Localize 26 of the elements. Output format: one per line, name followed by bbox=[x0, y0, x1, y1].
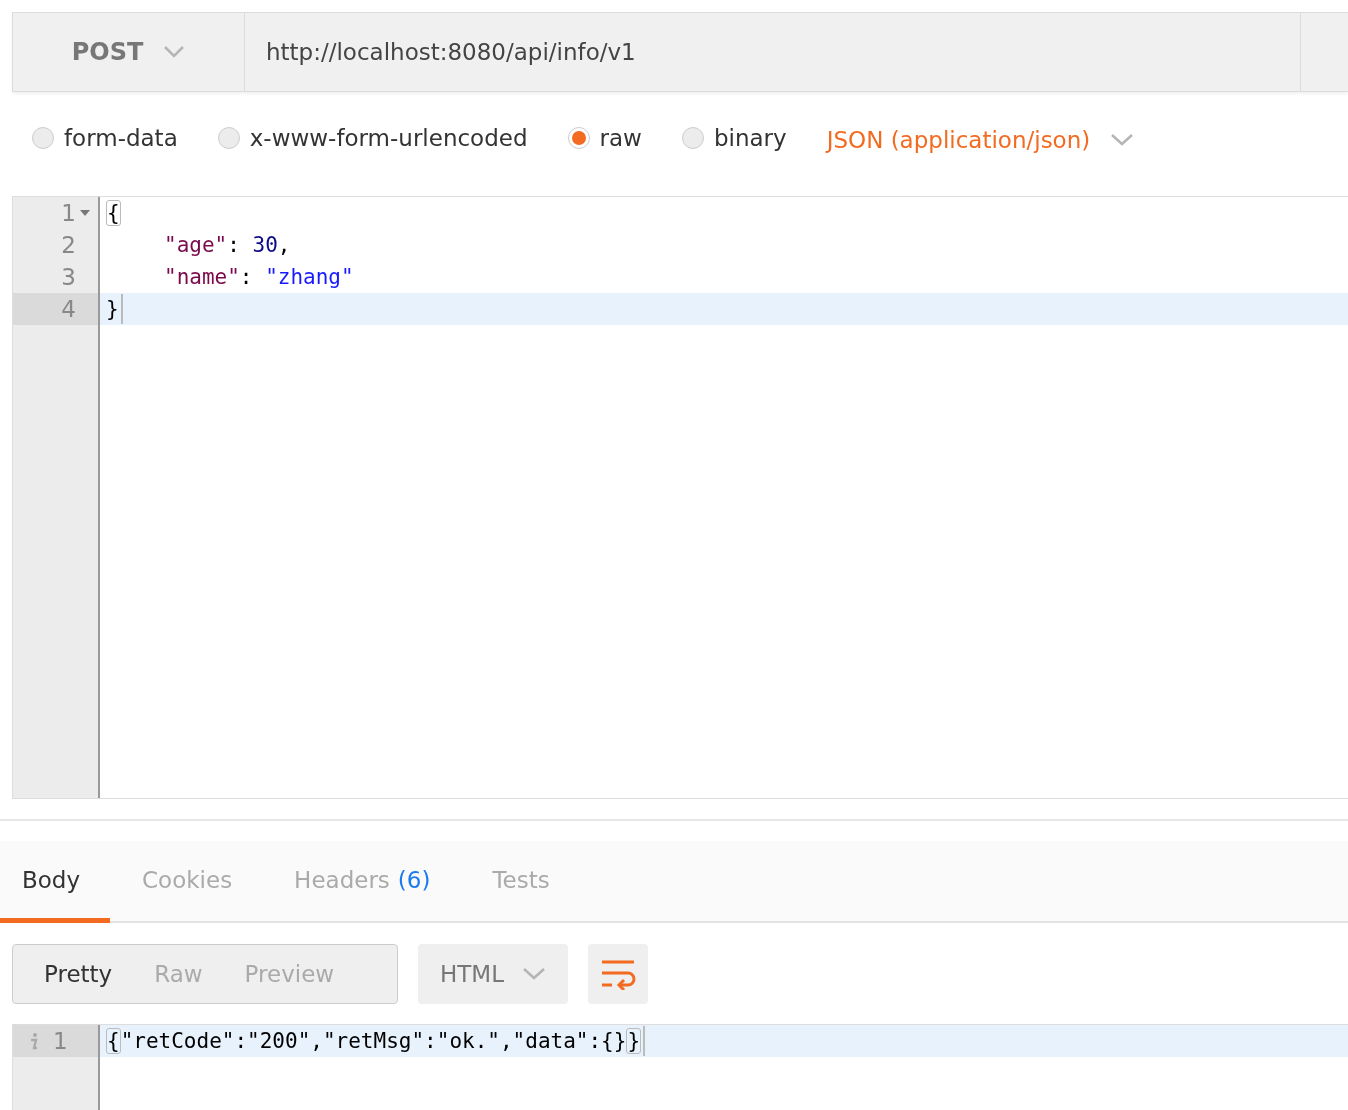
method-dropdown[interactable]: POST bbox=[13, 13, 245, 91]
body-type-radio[interactable]: form-data bbox=[32, 125, 178, 151]
code-line: "age": 30, bbox=[163, 233, 291, 257]
code-line: } bbox=[106, 297, 119, 321]
wrap-lines-icon bbox=[600, 958, 636, 990]
chevron-down-icon bbox=[1110, 133, 1135, 147]
response-line: {"retCode":"200","retMsg":"ok.","data":{}} bbox=[106, 1029, 642, 1053]
line-number: 3 bbox=[61, 264, 76, 290]
line-number: 1 bbox=[53, 1028, 68, 1054]
body-type-radio[interactable]: binary bbox=[681, 125, 787, 151]
info-icon bbox=[29, 1032, 39, 1050]
line-number: 4 bbox=[61, 296, 76, 322]
code-line: "name": "zhang" bbox=[163, 265, 354, 289]
chevron-down-icon bbox=[522, 967, 546, 981]
wrap-lines-button[interactable] bbox=[588, 944, 648, 1004]
code-editor[interactable]: 1 2 3 4 { "age": 30, "name": "zhang" } bbox=[12, 196, 1348, 799]
line-number: 1 bbox=[61, 200, 76, 226]
body-type-radio[interactable]: x-www-form-urlencoded bbox=[217, 125, 528, 151]
response-tab[interactable]: Headers (6) bbox=[272, 841, 461, 923]
view-mode-button[interactable]: Pretty bbox=[23, 945, 134, 1003]
fold-arrow-icon[interactable] bbox=[80, 210, 90, 216]
body-type-radio[interactable]: raw bbox=[567, 125, 642, 151]
format-dropdown[interactable]: HTML bbox=[418, 944, 568, 1004]
line-number: 2 bbox=[61, 232, 76, 258]
response-tab[interactable]: Body bbox=[0, 841, 111, 923]
chevron-down-icon bbox=[163, 45, 186, 59]
